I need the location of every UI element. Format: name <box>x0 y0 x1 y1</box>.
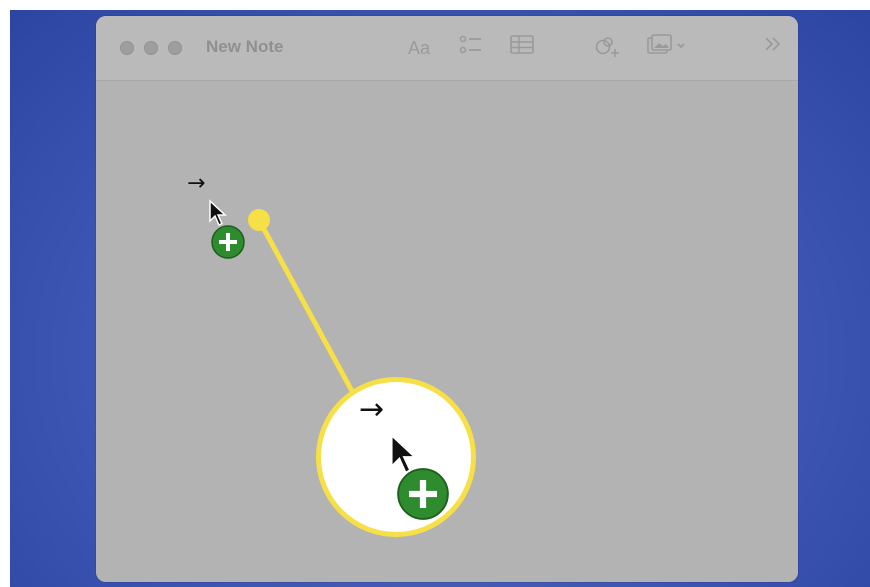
annotation-overlay: → → <box>0 0 870 587</box>
magnified-arrow-symbol: → <box>359 392 385 427</box>
magnified-callout: → <box>316 377 476 537</box>
magnified-copy-badge-icon <box>397 468 449 520</box>
